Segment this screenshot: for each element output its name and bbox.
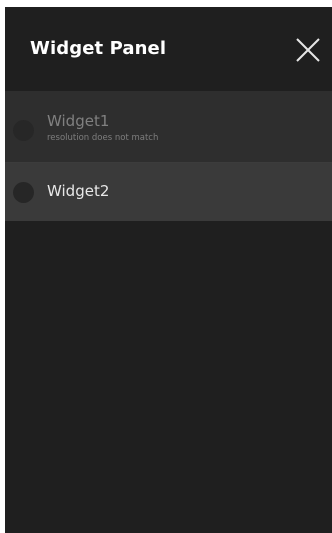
widget-item-widget1[interactable]: Widget1 resolution does not match xyxy=(5,91,332,163)
widget-name: Widget2 xyxy=(47,182,110,200)
widget-status-dot xyxy=(13,120,34,141)
widget-list: Widget1 resolution does not match Widget… xyxy=(5,91,332,221)
panel-header: Widget Panel xyxy=(5,7,332,91)
widget-status-message: resolution does not match xyxy=(47,133,159,143)
close-button[interactable] xyxy=(294,36,322,64)
widget-name: Widget1 xyxy=(47,112,110,130)
widget-item-widget2[interactable]: Widget2 xyxy=(5,163,332,221)
widget-status-dot xyxy=(13,182,34,203)
widget-panel: Widget Panel Widget1 resolution does not… xyxy=(5,7,332,533)
close-icon xyxy=(296,38,320,62)
panel-title: Widget Panel xyxy=(30,38,167,59)
